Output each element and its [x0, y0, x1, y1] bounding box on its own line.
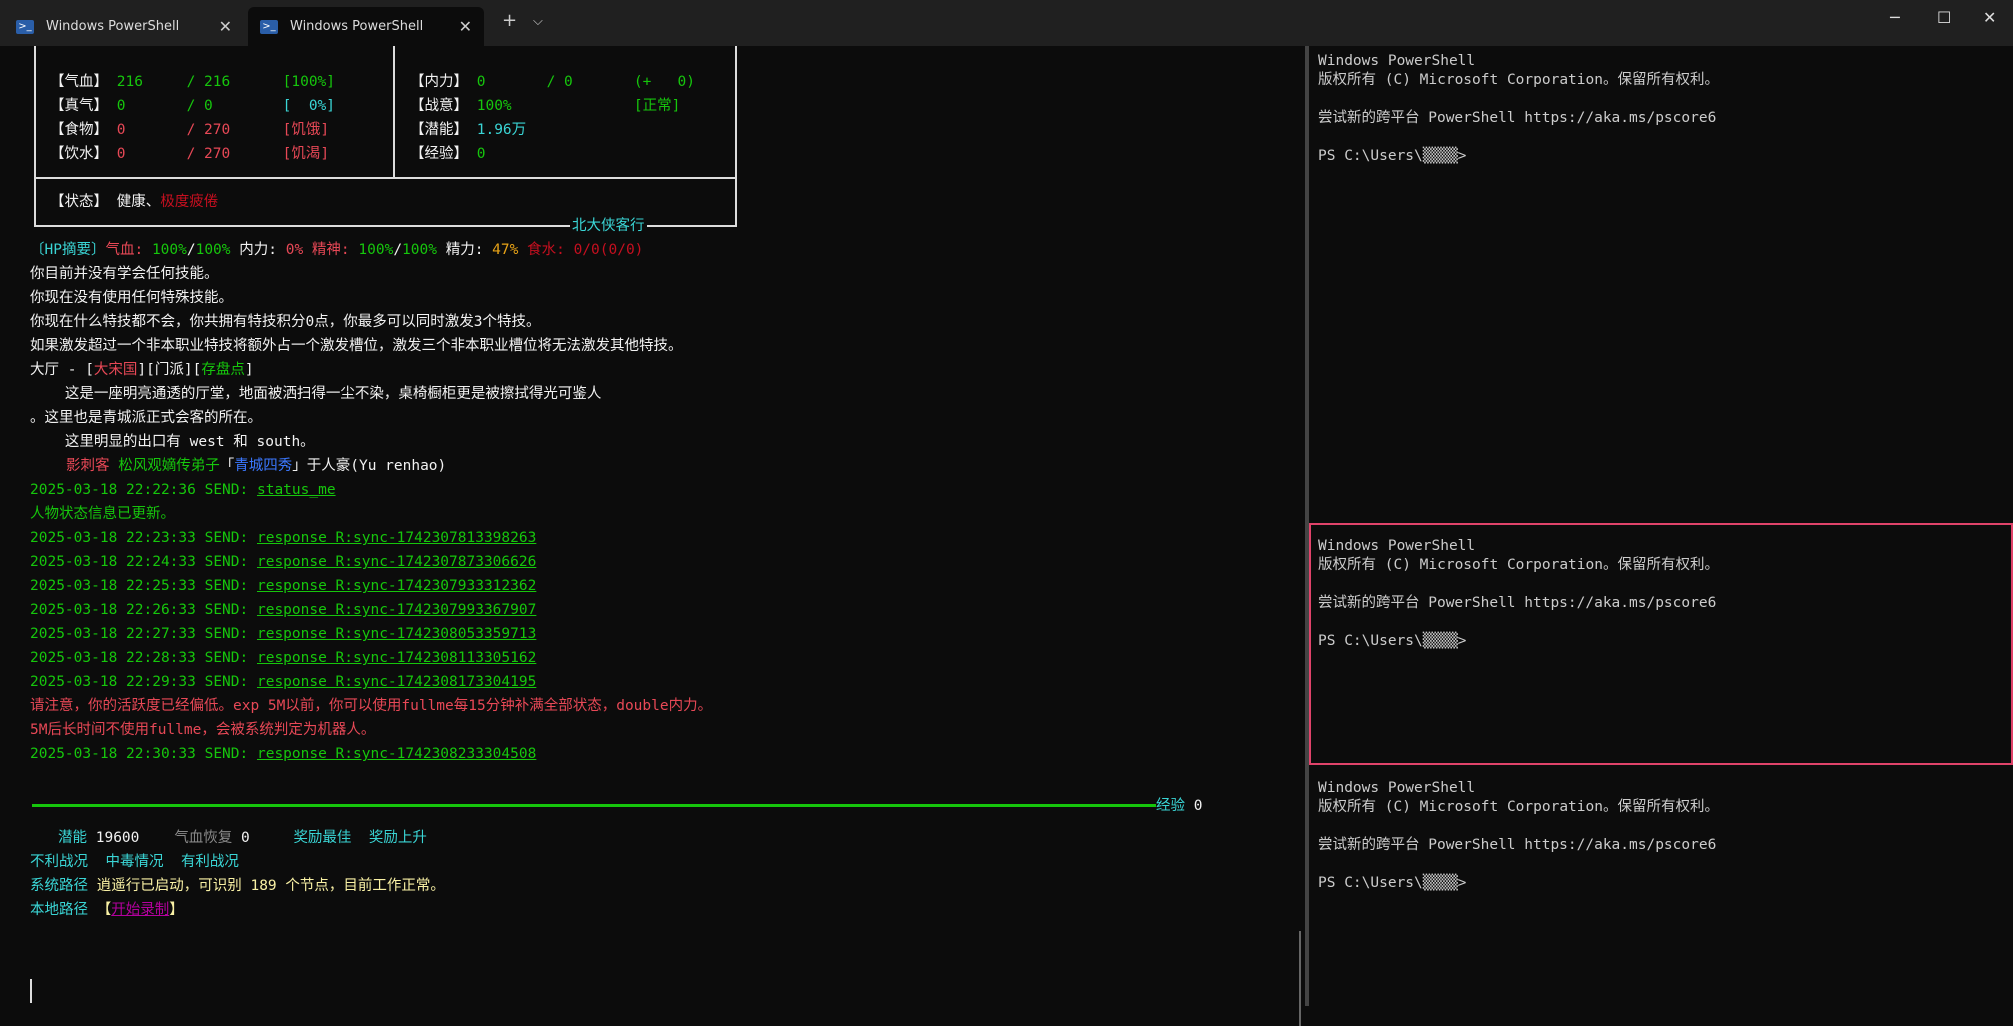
minimize-button[interactable]: ─ [1890, 8, 1900, 27]
terminal-pane-right-1[interactable]: Windows PowerShell 版权所有 (C) Microsoft Cor… [1309, 46, 2013, 172]
log-line: 2025-03-18 22:25:33 SEND: response R:syn… [30, 578, 537, 594]
log-line: 2025-03-18 22:30:33 SEND: response R:syn… [30, 746, 537, 762]
terminal-pane-right-3[interactable]: Windows PowerShell 版权所有 (C) Microsoft Cor… [1309, 773, 2013, 899]
log-line: 2025-03-18 22:28:33 SEND: response R:syn… [30, 650, 537, 666]
close-icon[interactable]: ✕ [219, 17, 232, 36]
text-cursor [30, 979, 32, 1003]
log-line: 2025-03-18 22:24:33 SEND: response R:syn… [30, 554, 537, 570]
log-line: 2025-03-18 22:23:33 SEND: response R:syn… [30, 530, 537, 546]
log-line: 2025-03-18 22:26:33 SEND: response R:syn… [30, 602, 537, 618]
separator-line [32, 804, 1157, 807]
powershell-icon: >_ [16, 19, 34, 34]
log-line: 5M后长时间不使用fullme，会被系统判定为机器人。 [30, 722, 376, 738]
close-icon[interactable]: ✕ [459, 17, 472, 36]
maximize-button[interactable]: ☐ [1937, 8, 1951, 27]
start-record-link[interactable]: 开始录制 [111, 902, 169, 918]
new-tab-button[interactable]: + [502, 10, 517, 31]
chevron-down-icon[interactable]: ⌵ [533, 14, 543, 29]
log-line: 2025-03-18 22:27:33 SEND: response R:syn… [30, 626, 537, 642]
log-line: 2025-03-18 22:29:33 SEND: response R:syn… [30, 674, 537, 690]
log-line: 2025-03-18 22:22:36 SEND: status_me [30, 482, 336, 498]
powershell-icon: >_ [260, 19, 278, 34]
scrollbar[interactable] [1299, 931, 1301, 1026]
log-line: 请注意，你的活跃度已经偏低。exp 5M以前，你可以使用fullme每15分钟补… [30, 698, 713, 714]
tab-powershell-1[interactable]: >_ Windows PowerShell ✕ [4, 7, 244, 46]
terminal-pane-left[interactable]: 【气血】 216 / 216 [100%] 【真气】 0 / 0 [ 0%] 【… [0, 46, 1305, 1026]
log-line: 人物状态信息已更新。 [30, 506, 175, 522]
status-divider [393, 46, 395, 179]
tab-powershell-2[interactable]: >_ Windows PowerShell ✕ [248, 7, 484, 46]
terminal-pane-right-2[interactable]: Windows PowerShell 版权所有 (C) Microsoft Cor… [1309, 531, 2013, 657]
tab-bar: >_ Windows PowerShell ✕ >_ Windows PowerShe… [0, 0, 2013, 46]
hp-summary: 〔HP摘要〕气血: 100%/100% 内力: 0% 精神: 100%/100%… [30, 242, 644, 258]
close-window-button[interactable]: ✕ [1983, 8, 1996, 27]
